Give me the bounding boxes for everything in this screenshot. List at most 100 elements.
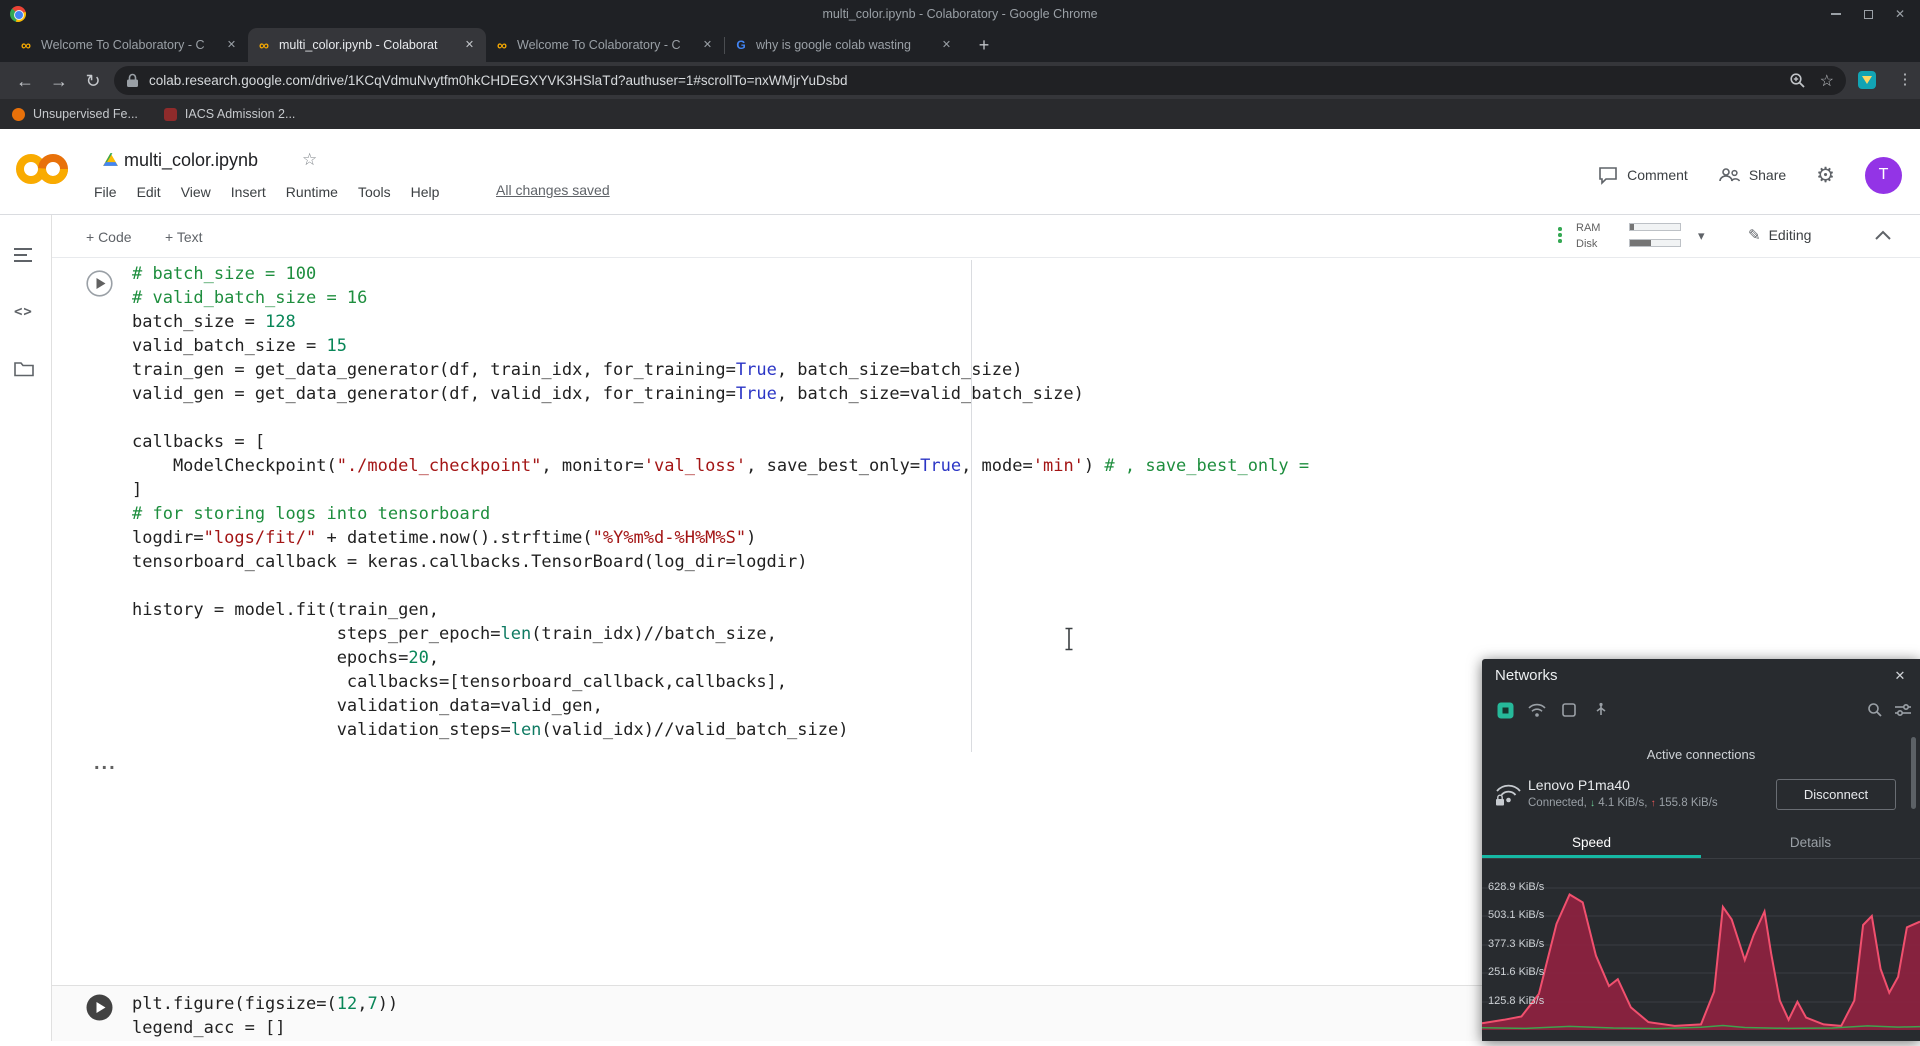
changes-saved-link[interactable]: All changes saved — [496, 182, 610, 198]
bookmark-item[interactable]: Unsupervised Fe... — [12, 107, 138, 121]
address-bar[interactable]: colab.research.google.com/drive/1KCqVdmu… — [114, 66, 1846, 95]
notebook-toolbar: + Code + Text RAM Disk ▾ ✎ Editing — [52, 215, 1920, 258]
bookmark-star-icon[interactable]: ☆ — [1820, 71, 1834, 91]
code-line: ] — [132, 480, 143, 500]
panel-scrollbar[interactable] — [1911, 737, 1916, 809]
menu-edit[interactable]: Edit — [127, 184, 171, 200]
code-editor[interactable]: # batch_size = 100 # valid_batch_size = 1… — [132, 262, 1309, 742]
tab-close-button[interactable]: ✕ — [223, 37, 240, 54]
minimize-button[interactable] — [1822, 3, 1850, 25]
settings-gear-icon[interactable]: ⚙ — [1816, 163, 1835, 188]
menu-file[interactable]: File — [84, 184, 127, 200]
new-tab-button[interactable]: + — [971, 32, 997, 58]
ram-meter[interactable] — [1629, 223, 1681, 231]
tab-title: multi_color.ipynb - Colaborat — [279, 38, 438, 52]
chart-y-tick: 251.6 KiB/s — [1488, 966, 1545, 978]
files-icon[interactable] — [14, 358, 38, 380]
chrome-logo-icon — [10, 6, 26, 22]
menu-help[interactable]: Help — [401, 184, 450, 200]
close-window-button[interactable]: ✕ — [1886, 3, 1914, 25]
code-line: # valid_batch_size = 16 — [132, 288, 368, 308]
search-icon[interactable] — [1864, 699, 1886, 721]
filter-sliders-icon[interactable] — [1892, 699, 1914, 721]
add-text-button[interactable]: + Text — [165, 226, 203, 247]
browser-tab[interactable]: Gwhy is google colab wasting ✕ — [725, 28, 963, 62]
browser-menu-icon[interactable]: ⋮ — [1894, 69, 1916, 91]
pencil-icon: ✎ — [1748, 227, 1761, 244]
colab-menubar: File Edit View Insert Runtime Tools Help — [84, 177, 449, 207]
close-icon[interactable]: ✕ — [1890, 666, 1910, 686]
code-line: tensorboard_callback = keras.callbacks.T… — [132, 552, 808, 572]
add-code-button[interactable]: + Code — [86, 226, 132, 247]
star-notebook-icon[interactable]: ☆ — [302, 150, 317, 170]
menu-tools[interactable]: Tools — [348, 184, 401, 200]
tab-close-button[interactable]: ✕ — [938, 37, 955, 54]
google-favicon-icon: G — [736, 38, 746, 52]
tab-close-button[interactable]: ✕ — [461, 37, 478, 54]
avatar[interactable]: T — [1865, 156, 1902, 194]
colab-favicon-icon: ∞ — [21, 37, 31, 53]
url-text[interactable]: colab.research.google.com/drive/1KCqVdmu… — [149, 73, 1775, 88]
lock-icon[interactable] — [126, 73, 139, 88]
tab-title: Welcome To Colaboratory - C — [41, 38, 205, 52]
connection-name[interactable]: Lenovo P1ma40 — [1528, 777, 1630, 793]
networks-panel: Networks ✕ Active connections Lenovo P1m… — [1481, 659, 1920, 1041]
collapsed-output-indicator[interactable]: ... — [94, 752, 117, 775]
zoom-icon[interactable] — [1789, 72, 1806, 89]
code-line: # for storing logs into tensorboard — [132, 504, 491, 524]
collapse-header-icon[interactable] — [1874, 228, 1892, 247]
code-line: plt.figure(figsize=(12,7)) — [132, 994, 399, 1014]
comment-button[interactable]: Comment — [1598, 165, 1688, 185]
ethernet-icon[interactable] — [1494, 699, 1516, 721]
disk-meter[interactable] — [1629, 239, 1681, 247]
text-cursor — [1065, 627, 1073, 651]
net-tab-details[interactable]: Details — [1701, 830, 1920, 858]
browser-tab[interactable]: ∞ Welcome To Colaboratory - C ✕ — [10, 28, 248, 62]
tethering-icon[interactable] — [1590, 699, 1612, 721]
back-button[interactable]: ← — [12, 68, 38, 94]
reload-button[interactable]: ↻ — [80, 68, 106, 94]
net-tab-speed[interactable]: Speed — [1482, 830, 1701, 858]
colab-logo-icon[interactable] — [14, 147, 70, 196]
tab-close-button[interactable]: ✕ — [699, 37, 716, 54]
run-cell-button[interactable] — [86, 994, 113, 1021]
code-line: logdir="logs/fit/" + datetime.now().strf… — [132, 528, 757, 548]
run-cell-button[interactable] — [86, 270, 113, 297]
tab-title: Welcome To Colaboratory - C — [517, 38, 681, 52]
connect-status-icon[interactable] — [1558, 227, 1562, 243]
drive-file-icon — [103, 153, 118, 171]
bookmark-favicon-icon — [163, 107, 177, 121]
cellular-icon[interactable] — [1558, 699, 1580, 721]
code-line: steps_per_epoch=len(train_idx)//batch_si… — [132, 624, 777, 644]
browser-tab[interactable]: ∞ multi_color.ipynb - Colaborat ✕ — [248, 28, 486, 62]
forward-button[interactable]: → — [46, 68, 72, 94]
extension-icon[interactable] — [1858, 71, 1876, 89]
code-editor[interactable]: plt.figure(figsize=(12,7)) legend_acc = [… — [132, 992, 398, 1040]
chart-y-tick: 628.9 KiB/s — [1488, 881, 1545, 893]
bookmark-item[interactable]: IACS Admission 2... — [163, 107, 296, 121]
disconnect-button[interactable]: Disconnect — [1776, 779, 1896, 810]
disk-label[interactable]: Disk — [1576, 238, 1597, 250]
bookmarks-bar: Unsupervised Fe... IACS Admission 2... — [0, 99, 1920, 129]
code-line: valid_batch_size = 15 — [132, 336, 347, 356]
wifi-icon[interactable] — [1526, 699, 1548, 721]
table-of-contents-icon[interactable] — [14, 244, 38, 266]
menu-runtime[interactable]: Runtime — [276, 184, 348, 200]
code-line: validation_steps=len(valid_idx)//valid_b… — [132, 720, 849, 740]
ram-label[interactable]: RAM — [1576, 222, 1600, 234]
upload-arrow-icon: ↑ — [1650, 798, 1656, 809]
code-snippets-icon[interactable]: <> — [14, 301, 38, 323]
notebook-title[interactable]: multi_color.ipynb — [124, 147, 258, 173]
code-line: batch_size = 128 — [132, 312, 296, 332]
editing-mode-button[interactable]: ✎ Editing — [1748, 226, 1811, 244]
bookmark-label: IACS Admission 2... — [184, 107, 296, 121]
resources-dropdown-icon[interactable]: ▾ — [1698, 228, 1705, 244]
menu-view[interactable]: View — [171, 184, 221, 200]
window-titlebar: multi_color.ipynb - Colaboratory - Googl… — [0, 0, 1920, 28]
maximize-button[interactable] — [1854, 3, 1882, 25]
network-speed-chart — [1481, 859, 1920, 1041]
browser-tab[interactable]: ∞ Welcome To Colaboratory - C ✕ — [486, 28, 724, 62]
share-button[interactable]: Share — [1718, 167, 1786, 183]
menu-insert[interactable]: Insert — [221, 184, 276, 200]
code-line: train_gen = get_data_generator(df, train… — [132, 360, 1023, 380]
